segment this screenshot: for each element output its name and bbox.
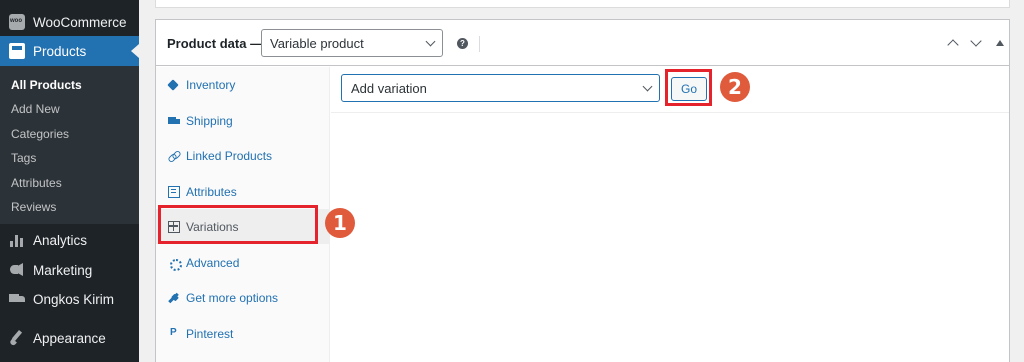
truck-icon	[168, 115, 180, 127]
menu-ongkos-kirim-label: Ongkos Kirim	[33, 291, 115, 307]
menu-products-label: Products	[33, 43, 87, 59]
menu-marketing-label: Marketing	[33, 262, 93, 278]
brush-icon	[9, 330, 25, 346]
plug-icon	[168, 292, 180, 304]
tab-get-more-options[interactable]: Get more options	[156, 280, 330, 315]
menu-analytics[interactable]: Analytics	[0, 225, 139, 255]
menu-appearance[interactable]: Appearance	[0, 323, 139, 353]
analytics-icon	[9, 232, 25, 248]
list-icon	[168, 185, 180, 198]
tab-get-more-options-label: Get more options	[186, 290, 279, 305]
submenu-categories[interactable]: Categories	[0, 122, 139, 146]
products-submenu: All Products Add New Categories Tags Att…	[0, 66, 139, 224]
submenu-tags[interactable]: Tags	[0, 146, 139, 170]
submenu-reviews[interactable]: Reviews	[0, 195, 139, 219]
submenu-add-new[interactable]: Add New	[0, 97, 139, 121]
menu-ongkos-kirim[interactable]: Ongkos Kirim	[0, 284, 139, 314]
product-type-value: Variable product	[270, 36, 364, 51]
tab-shipping[interactable]: Shipping	[156, 103, 330, 138]
tag-icon	[168, 79, 180, 91]
variation-action-value: Add variation	[351, 81, 427, 96]
chevron-down-icon	[642, 81, 653, 92]
tab-pinterest[interactable]: Pinterest	[156, 316, 330, 351]
gear-icon	[168, 257, 182, 271]
product-data-header: Product data — Variable product ?	[156, 20, 1009, 66]
tab-advanced[interactable]: Advanced	[156, 245, 330, 280]
tab-shipping-label: Shipping	[186, 113, 233, 128]
truck-icon	[9, 291, 25, 307]
step-badge-1: 1	[325, 208, 355, 238]
menu-marketing[interactable]: Marketing	[0, 255, 139, 285]
tab-inventory-label: Inventory	[186, 77, 236, 92]
variations-divider	[331, 112, 1009, 113]
link-icon	[168, 150, 180, 162]
header-divider	[479, 36, 480, 52]
product-data-title: Product data —	[167, 36, 264, 51]
product-type-select[interactable]: Variable product	[261, 29, 443, 57]
menu-appearance-label: Appearance	[33, 330, 106, 346]
collapse-toggle-icon[interactable]	[993, 36, 1007, 50]
tab-inventory[interactable]: Inventory	[156, 67, 330, 102]
menu-products[interactable]: Products	[0, 36, 139, 66]
tab-linked-products[interactable]: Linked Products	[156, 138, 330, 173]
variation-action-select[interactable]: Add variation	[341, 74, 660, 102]
menu-woocommerce[interactable]: WooCommerce	[0, 7, 139, 37]
tab-linked-products-label: Linked Products	[186, 148, 273, 163]
admin-sidebar: WooCommerce Products All Products Add Ne…	[0, 0, 139, 362]
products-icon	[9, 43, 25, 59]
submenu-all-products[interactable]: All Products	[0, 73, 139, 97]
chevron-down-icon	[425, 36, 436, 47]
pinterest-icon	[168, 327, 180, 340]
previous-panel-edge	[155, 0, 1010, 8]
menu-analytics-label: Analytics	[33, 232, 88, 248]
step-badge-2: 2	[720, 72, 750, 102]
highlight-go-button	[665, 69, 712, 106]
woocommerce-icon	[9, 14, 25, 30]
submenu-attributes[interactable]: Attributes	[0, 171, 139, 195]
product-data-box: Product data — Variable product ? Invent…	[155, 19, 1010, 362]
move-down-icon[interactable]	[969, 36, 983, 50]
tab-attributes[interactable]: Attributes	[156, 174, 330, 209]
megaphone-icon	[9, 262, 25, 278]
help-icon[interactable]: ?	[457, 38, 468, 49]
tab-advanced-label: Advanced	[186, 255, 240, 270]
tab-attributes-label: Attributes	[186, 184, 237, 199]
highlight-variations-tab	[158, 205, 318, 244]
menu-woocommerce-label: WooCommerce	[33, 14, 127, 30]
tab-pinterest-label: Pinterest	[186, 326, 234, 341]
move-up-icon[interactable]	[946, 36, 960, 50]
